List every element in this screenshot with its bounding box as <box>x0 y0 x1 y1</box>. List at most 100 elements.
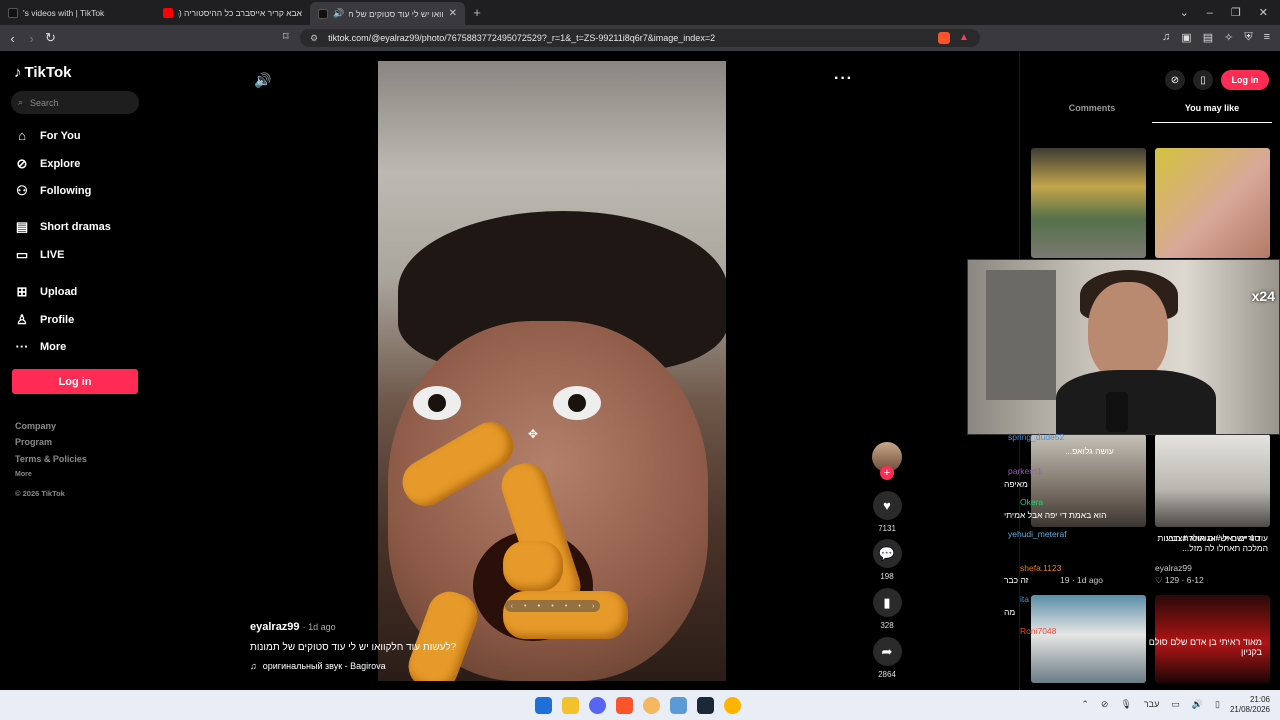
sidebar-item-explore[interactable]: ⊘ Explore <box>14 156 81 172</box>
chat-username: yehudi_meteraf <box>1008 529 1067 539</box>
author-username[interactable]: eyalraz99 <box>250 621 300 633</box>
sidebar-item-label: Following <box>40 185 92 197</box>
sidebar-item-label: Upload <box>40 286 78 298</box>
live-icon: ▭ <box>15 247 29 262</box>
notification-icon[interactable]: ⊘ <box>1101 699 1109 710</box>
video-thumbnail[interactable] <box>1031 148 1146 258</box>
sidebar-icon[interactable]: ▣ <box>1181 31 1191 44</box>
file-explorer-icon[interactable] <box>562 697 579 714</box>
site-settings-icon[interactable]: ⚙ <box>310 33 318 44</box>
speaker-icon: 🔊 <box>333 8 345 18</box>
brave-icon[interactable] <box>616 697 633 714</box>
app-icon[interactable] <box>724 697 741 714</box>
footer-link[interactable]: Terms & Policies <box>15 454 87 464</box>
window-controls: ⌄ – ❐ ✕ <box>1180 0 1280 25</box>
tiktok-logo[interactable]: ♪ TikTok <box>14 64 71 81</box>
url-text: tiktok.com/@eyalraz99/photo/767588377249… <box>328 33 716 43</box>
sidebar-item-label: For You <box>40 129 81 142</box>
close-tab-icon[interactable]: ✕ <box>449 8 457 19</box>
tab-comments[interactable]: Comments <box>1032 103 1152 123</box>
mic-icon[interactable]: 🎙 <box>1120 699 1131 710</box>
address-bar[interactable]: ⚙ tiktok.com/@eyalraz99/photo/7675883772… <box>300 29 980 47</box>
tab-search-icon[interactable]: ⌄ <box>1180 6 1189 19</box>
video-stats: 19 · 1d ago <box>1060 575 1104 585</box>
vpn-icon[interactable]: ⛨ <box>1244 31 1252 44</box>
video-thumbnail[interactable] <box>1031 595 1146 683</box>
post-sound[interactable]: ♫ оригинальный звук - Bagirova <box>250 661 386 671</box>
volume-icon[interactable]: 🔊 <box>254 72 271 89</box>
footer-link[interactable]: Program <box>15 437 52 447</box>
chat-username: spring_dude52 <box>1008 432 1065 442</box>
sidebar-item-upload[interactable]: ⊞ Upload <box>14 284 78 300</box>
music-icon[interactable]: ♫ <box>1162 31 1170 44</box>
film-icon: ▤ <box>15 219 29 234</box>
app-icon[interactable] <box>670 697 687 714</box>
upload-icon: ⊞ <box>16 284 28 299</box>
minimize-icon[interactable]: – <box>1207 7 1213 19</box>
battery-icon[interactable]: ▯ <box>1215 699 1220 710</box>
close-window-icon[interactable]: ✕ <box>1259 6 1268 19</box>
menu-icon[interactable]: ≡ <box>1264 31 1270 44</box>
sidebar-item-short-dramas[interactable]: ▤ Short dramas <box>14 219 111 235</box>
chat-message: הוא באמת די יפה אבל אמיתי <box>1004 510 1107 520</box>
follow-plus-icon[interactable]: + <box>880 466 894 480</box>
prev-image-icon[interactable]: ‹ <box>511 603 513 610</box>
leo-icon[interactable]: ✧ <box>1224 31 1233 44</box>
taskbar-apps <box>535 697 741 714</box>
discord-icon[interactable] <box>589 697 606 714</box>
coin-icon[interactable]: ⊘ <box>1165 70 1185 90</box>
sidebar-item-profile[interactable]: ♙ Profile <box>14 312 74 328</box>
video-thumbnail[interactable] <box>1155 434 1270 527</box>
image-carousel-indicator[interactable]: ‹ • • • • • › <box>505 600 600 612</box>
footer-more[interactable]: More <box>15 471 32 478</box>
sidebar-item-for-you[interactable]: ⌂ For You <box>14 128 81 143</box>
chevron-up-icon[interactable]: ⌃ <box>1081 699 1089 710</box>
app-icon[interactable] <box>643 697 660 714</box>
network-icon[interactable]: ▭ <box>1171 699 1180 710</box>
share-button[interactable]: ➦ 2864 <box>870 637 904 679</box>
windows-taskbar: ⌃ ⊘ 🎙 עבר ▭ 🔊 ▯ 21:06 21/08/2026 <box>0 690 1280 720</box>
login-button[interactable]: Log in <box>12 369 138 394</box>
reload-icon[interactable]: ↻ <box>41 30 60 46</box>
steam-icon[interactable] <box>697 697 714 714</box>
search-input[interactable]: ⌕ Search <box>11 91 139 114</box>
video-caption[interactable]: עוד 4 ימים יש יום הולדת רובי המלכה תאחלו… <box>1155 533 1268 553</box>
phone-icon[interactable]: ▯ <box>1193 70 1213 90</box>
like-button[interactable]: ♥ 7131 <box>870 491 904 533</box>
maximize-icon[interactable]: ❐ <box>1231 6 1241 19</box>
browser-tab[interactable]: אבא קריר אייסברב כל ההיסטוריה (ה <box>155 0 310 25</box>
new-tab-button[interactable]: + <box>465 5 489 20</box>
browser-tab-active[interactable]: 🔊 וואו יש לי עוד סטוקים של תמ ✕ <box>310 2 465 25</box>
brave-shield-icon[interactable] <box>938 32 950 44</box>
post-photo[interactable] <box>378 61 726 681</box>
video-author[interactable]: eyalraz99 <box>1155 563 1192 573</box>
wallet-icon[interactable]: ▤ <box>1203 31 1213 44</box>
next-image-icon[interactable]: › <box>592 603 594 610</box>
start-icon[interactable] <box>535 697 552 714</box>
tab-you-may-like[interactable]: You may like <box>1152 103 1272 123</box>
keyboard-language[interactable]: עבר <box>1144 699 1159 710</box>
sidebar-item-more[interactable]: ··· More <box>14 339 67 354</box>
sidebar-item-following[interactable]: ⚇ Following <box>14 183 91 199</box>
volume-tray-icon[interactable]: 🔊 <box>1192 699 1203 710</box>
mouse-cursor-icon: ✥ <box>528 427 539 441</box>
save-count: 328 <box>880 621 894 630</box>
right-tabs: Comments You may like <box>1032 103 1272 123</box>
comment-button[interactable]: 💬 198 <box>870 539 904 581</box>
brave-rewards-icon[interactable]: ▲ <box>959 32 969 43</box>
header-login-button[interactable]: Log in <box>1221 70 1269 90</box>
footer-link[interactable]: Company <box>15 421 56 431</box>
bookmark-icon[interactable]: ⌑ <box>283 30 289 43</box>
clock[interactable]: 21:06 21/08/2026 <box>1230 695 1270 715</box>
photo-snack <box>503 591 628 639</box>
browser-tab[interactable]: 's videos with | TikTok <box>0 0 155 25</box>
post-author[interactable]: eyalraz99 · 1d ago <box>250 621 336 633</box>
video-thumbnail[interactable] <box>1155 148 1270 258</box>
sidebar-item-live[interactable]: ▭ LIVE <box>14 247 65 263</box>
save-button[interactable]: ▮ 328 <box>870 588 904 630</box>
post-age: · 1d ago <box>302 622 336 632</box>
forward-icon[interactable]: › <box>22 31 41 46</box>
webcam-window <box>986 270 1056 400</box>
more-options-icon[interactable]: ··· <box>834 70 853 88</box>
back-icon[interactable]: ‹ <box>3 31 22 46</box>
